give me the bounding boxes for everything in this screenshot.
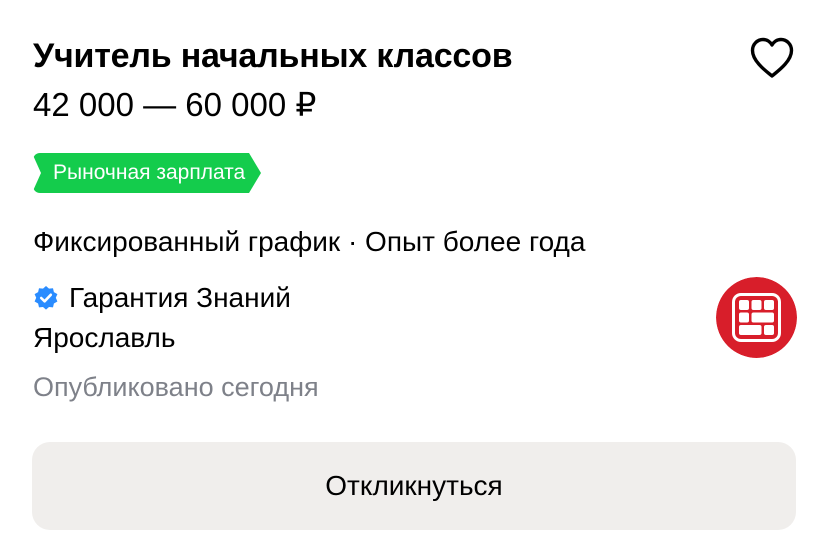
published-date: Опубликовано сегодня	[33, 372, 319, 402]
vacancy-card[interactable]: Учитель начальных классов 42 000 — 60 00…	[0, 0, 828, 560]
work-conditions: Фиксированный график · Опыт более года	[33, 226, 586, 257]
respond-button[interactable]: Откликнуться	[32, 442, 796, 530]
vacancy-title[interactable]: Учитель начальных классов	[33, 34, 513, 78]
heart-icon	[750, 37, 794, 78]
salary-range: 42 000 — 60 000 ₽	[33, 86, 317, 123]
company-row: Гарантия Знаний	[33, 278, 291, 318]
verified-check-icon	[34, 286, 58, 310]
badge-label: Рыночная зарплата	[31, 153, 250, 193]
favorite-button[interactable]	[748, 35, 796, 81]
company-logo[interactable]	[716, 277, 797, 358]
company-logo-image	[716, 277, 797, 358]
badge-arrow	[249, 153, 262, 193]
market-salary-badge: Рыночная зарплата	[31, 153, 262, 193]
company-name[interactable]: Гарантия Знаний	[69, 278, 291, 318]
city: Ярославль	[33, 322, 176, 353]
